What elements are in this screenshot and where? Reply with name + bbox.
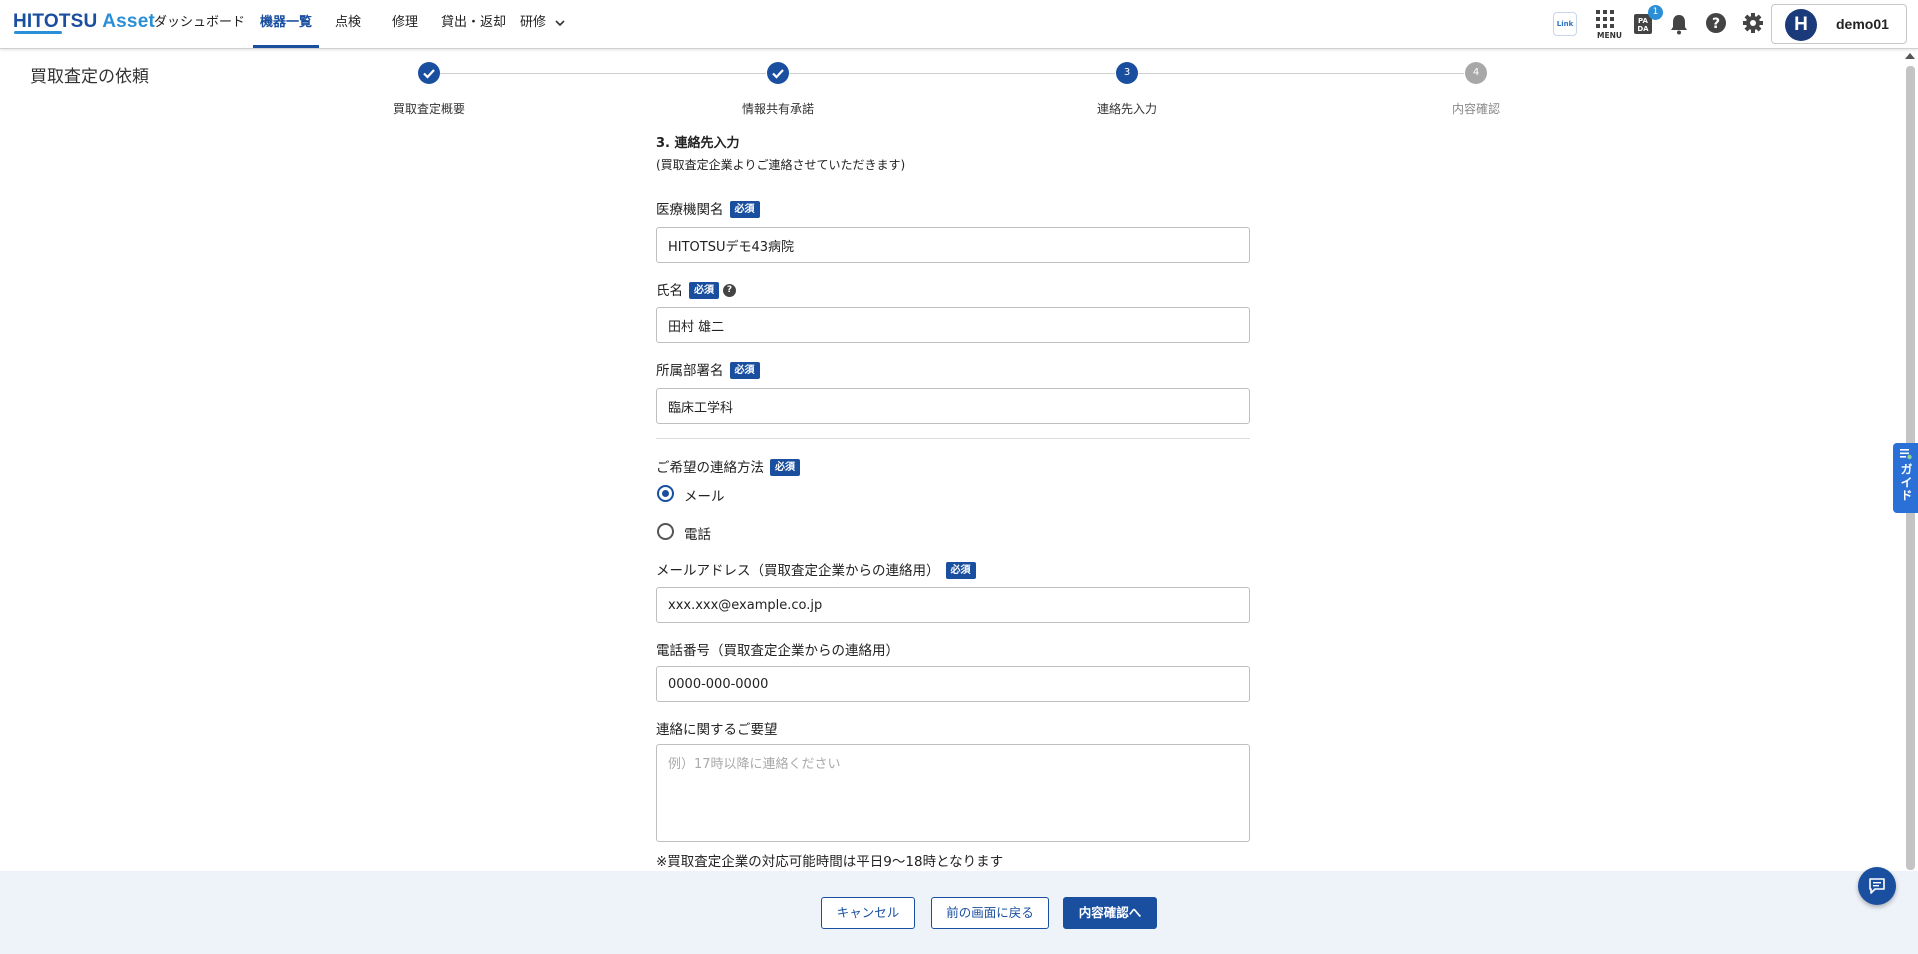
notification-count-badge: 1	[1648, 5, 1663, 20]
step-1-check-icon	[418, 62, 440, 84]
app-logo[interactable]: HITOTSU Asset	[13, 11, 155, 33]
radio-email-label: メール	[684, 489, 725, 505]
step-3-label: 連絡先入力	[1096, 102, 1157, 116]
email-label-text: メールアドレス（買取査定企業からの連絡用）	[656, 563, 940, 579]
link-icon[interactable]: Link	[1553, 12, 1577, 36]
required-badge: 必須	[729, 362, 760, 379]
radio-phone-control[interactable]	[657, 523, 674, 540]
cancel-button[interactable]: キャンセル	[821, 897, 915, 929]
required-badge: 必須	[770, 459, 800, 476]
back-button[interactable]: 前の画面に戻る	[931, 897, 1049, 929]
bell-icon[interactable]	[1668, 12, 1690, 36]
svg-text:?: ?	[1712, 16, 1720, 32]
scroll-up-arrow[interactable]	[1905, 53, 1915, 59]
name-input[interactable]	[656, 307, 1250, 343]
institution-input[interactable]	[656, 227, 1250, 263]
help-circle-icon[interactable]: ?	[1705, 12, 1727, 34]
department-label: 所属部署名 必須	[656, 359, 760, 379]
guide-tab[interactable]: ガイド	[1893, 443, 1918, 513]
svg-text:PA: PA	[1638, 17, 1648, 25]
nav-dashboard[interactable]: ダッシュボード	[154, 0, 245, 49]
nav-inspection[interactable]: 点検	[335, 0, 361, 49]
radio-email-control[interactable]	[657, 485, 674, 502]
user-menu-button[interactable]: H demo01	[1771, 4, 1907, 44]
contact-method-label: ご希望の連絡方法 必須	[656, 456, 800, 476]
section-divider	[656, 438, 1250, 439]
section-title: 3. 連絡先入力	[656, 136, 740, 151]
request-label-text: 連絡に関するご要望	[656, 722, 778, 738]
help-icon[interactable]: ?	[723, 284, 736, 297]
logo-main: HITOTSU	[13, 11, 98, 32]
step-connector	[440, 73, 766, 74]
name-label-text: 氏名	[656, 283, 683, 299]
progress-stepper: 3 4 買取査定概要 情報共有承諾 連絡先入力 内容確認	[0, 62, 1918, 122]
phone-label: 電話番号（買取査定企業からの連絡用）	[656, 639, 899, 659]
gear-icon[interactable]	[1742, 12, 1764, 34]
department-label-text: 所属部署名	[656, 363, 724, 379]
nav-repair[interactable]: 修理	[392, 0, 418, 49]
required-badge: 必須	[729, 201, 760, 218]
required-badge: 必須	[945, 562, 976, 579]
chevron-down-icon	[555, 19, 565, 26]
step-4-number: 4	[1465, 62, 1487, 84]
contact-method-label-text: ご希望の連絡方法	[656, 460, 764, 476]
menu-label: MENU	[1597, 31, 1622, 40]
step-2-label: 情報共有承諾	[741, 102, 814, 116]
phone-label-text: 電話番号（買取査定企業からの連絡用）	[656, 643, 899, 659]
request-label: 連絡に関するご要望	[656, 718, 778, 738]
avatar: H	[1785, 9, 1817, 41]
section-subtitle: (買取査定企業よりご連絡させていただきます)	[656, 158, 906, 172]
step-connector	[1138, 73, 1464, 74]
confirm-button[interactable]: 内容確認へ	[1063, 897, 1157, 929]
email-label: メールアドレス（買取査定企業からの連絡用） 必須	[656, 559, 976, 579]
institution-label-text: 医療機関名	[656, 202, 724, 218]
chat-bubble-icon	[1869, 878, 1885, 894]
nav-lending[interactable]: 貸出・返却	[441, 0, 506, 49]
logo-underline	[14, 31, 62, 34]
nav-device-list[interactable]: 機器一覧	[252, 0, 320, 49]
email-input[interactable]	[656, 587, 1250, 623]
step-2-check-icon	[767, 62, 789, 84]
step-3-number: 3	[1116, 62, 1138, 84]
phone-input[interactable]	[656, 666, 1250, 702]
department-input[interactable]	[656, 388, 1250, 424]
required-badge: 必須	[689, 282, 719, 299]
user-name: demo01	[1836, 16, 1889, 32]
step-1-label: 買取査定概要	[392, 102, 465, 116]
chat-button[interactable]	[1858, 867, 1896, 905]
menu-grid-icon[interactable]	[1594, 8, 1616, 30]
logo-accent: Asset	[102, 11, 155, 32]
step-4-label: 内容確認	[1451, 102, 1500, 116]
radio-phone-label: 電話	[684, 527, 711, 543]
institution-label: 医療機関名 必須	[656, 198, 760, 218]
svg-text:DA: DA	[1637, 25, 1649, 33]
guide-tab-label: ガイド	[1899, 463, 1913, 502]
action-footer: キャンセル 前の画面に戻る 内容確認へ	[0, 871, 1918, 954]
app-header: HITOTSU Asset ダッシュボード 機器一覧 点検 修理 貸出・返却 研…	[0, 0, 1918, 49]
nav-training-label: 研修	[520, 15, 547, 30]
step-connector	[789, 73, 1115, 74]
name-label: 氏名 必須?	[656, 279, 736, 299]
nav-training[interactable]: 研修	[520, 0, 566, 49]
availability-note: ※買取査定企業の対応可能時間は平日9〜18時となります	[656, 854, 1004, 870]
guide-list-icon	[1900, 449, 1912, 460]
request-textarea[interactable]	[656, 744, 1250, 842]
